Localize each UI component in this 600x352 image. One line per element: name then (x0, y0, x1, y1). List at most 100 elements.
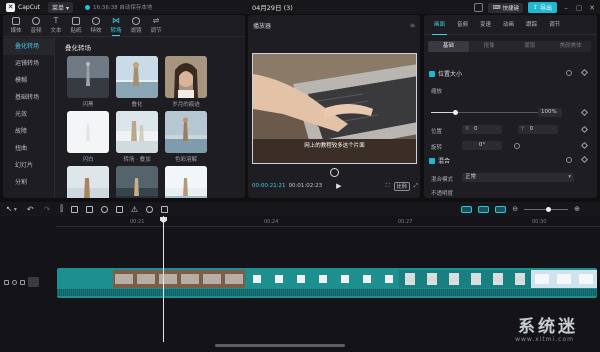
zoom-slider[interactable] (524, 206, 569, 212)
tab-adjust-props[interactable]: 调节 (543, 15, 566, 35)
maximize-icon[interactable]: ▢ (575, 4, 583, 12)
category-split[interactable]: 分割 (3, 174, 54, 191)
crop-icon[interactable] (161, 205, 169, 213)
video-clip[interactable] (57, 268, 597, 298)
reverse-icon[interactable] (100, 205, 108, 213)
warning-icon[interactable]: ⚠ (131, 205, 138, 214)
mirror-icon[interactable] (115, 205, 123, 213)
freeze-icon[interactable] (85, 205, 93, 213)
tab-adjust[interactable]: ⇌ 调节 (146, 17, 166, 36)
rotate-icon[interactable] (514, 143, 520, 149)
zoom-in-icon[interactable]: ⊕ (574, 205, 580, 213)
checkbox-icon[interactable] (429, 157, 435, 164)
eye-icon[interactable] (12, 279, 17, 285)
timeline-ruler[interactable]: 00:21 00:24 00:27 00:30 (56, 216, 600, 227)
preview-axis-icon[interactable] (495, 205, 507, 213)
speaker-icon[interactable] (20, 279, 25, 285)
lock-icon[interactable] (4, 279, 9, 285)
transition-item[interactable]: 岁月的痕迹 (165, 56, 207, 108)
subtab-mask[interactable]: 蒙版 (510, 41, 551, 52)
transition-item[interactable] (116, 166, 158, 198)
link-icon[interactable] (478, 205, 490, 213)
blend-mode-select[interactable]: 正常 ▾ (462, 173, 574, 182)
close-icon[interactable]: ✕ (588, 4, 596, 12)
minimize-icon[interactable]: – (562, 4, 570, 12)
shortcut-button[interactable]: ⌨ 快捷键 (488, 2, 523, 13)
ratio-button[interactable]: 比例 (393, 181, 410, 191)
adjust-icon: ⇌ (152, 16, 160, 25)
audio-icon (32, 17, 40, 25)
project-title[interactable]: 04月29日 (3) (252, 2, 293, 12)
category-camera[interactable]: 运镜转场 (3, 55, 54, 72)
transition-item[interactable] (165, 166, 207, 198)
select-cursor-icon[interactable]: ↖ (6, 205, 12, 213)
fit-icon[interactable]: ⛶ (386, 183, 390, 190)
redo-icon[interactable]: ↷ (44, 205, 51, 214)
split-icon[interactable]: ⫿ (60, 204, 63, 214)
tab-effects[interactable]: 特效 (86, 17, 106, 36)
reset-icon[interactable] (566, 70, 572, 76)
transition-item[interactable]: 闪黑 (67, 56, 109, 108)
undo-icon[interactable]: ↶ (27, 205, 34, 214)
layout-icon[interactable] (474, 3, 484, 12)
category-light[interactable]: 光效 (3, 106, 54, 123)
category-dissolve[interactable]: 叠化转场 (3, 38, 54, 55)
autosave-status: 16:36:38 自动保存本地 (84, 3, 152, 11)
tab-picture[interactable]: 画面 (428, 15, 451, 35)
blend-section[interactable]: 混合 (429, 156, 450, 165)
rotate-clip-icon[interactable] (146, 205, 154, 213)
snap-icon[interactable] (461, 205, 473, 213)
transition-item[interactable]: 转场 · 叠加 (116, 111, 158, 163)
tab-stickers[interactable]: 贴纸 (66, 17, 86, 36)
transition-item[interactable] (67, 166, 109, 198)
delete-icon[interactable] (70, 205, 78, 213)
keyframe-icon[interactable] (580, 125, 589, 134)
menu-button[interactable]: 菜单 ▾ (48, 1, 73, 13)
zoom-out-icon[interactable]: ⊖ (512, 205, 518, 213)
scale-input[interactable]: 100% (538, 108, 562, 117)
category-slideshow[interactable]: 幻灯片 (3, 157, 54, 174)
keyframe-icon[interactable] (580, 141, 589, 150)
tab-media[interactable]: 媒体 (6, 17, 26, 36)
keyframe-icon[interactable] (580, 108, 589, 117)
fullscreen-icon[interactable]: ⤢ (414, 183, 418, 190)
position-y-input[interactable]: Y 0 (518, 125, 558, 134)
rotate-input[interactable]: 0° (462, 141, 502, 150)
category-distort[interactable]: 扭曲 (3, 140, 54, 157)
keyframe-icon[interactable] (580, 155, 589, 164)
play-icon[interactable]: ▶ (336, 182, 341, 190)
category-glitch[interactable]: 故障 (3, 123, 54, 140)
position-size-section[interactable]: 位置大小 (429, 69, 462, 78)
tab-audio-props[interactable]: 音频 (451, 15, 474, 35)
subtab-beauty[interactable]: 美颜美体 (550, 41, 591, 52)
tab-animation[interactable]: 动画 (497, 15, 520, 35)
category-basic[interactable]: 基础转场 (3, 89, 54, 106)
tab-speed[interactable]: 变速 (474, 15, 497, 35)
subtab-cutout[interactable]: 抠像 (469, 41, 510, 52)
tab-filters[interactable]: 滤镜 (126, 17, 146, 36)
scale-slider-handle[interactable] (453, 110, 458, 115)
transition-item[interactable]: 叠化 (116, 56, 158, 108)
tab-text[interactable]: T 文本 (46, 17, 66, 36)
transition-item[interactable]: 色彩溶解 (165, 111, 207, 163)
keyframe-icon[interactable] (580, 68, 589, 77)
tab-transitions[interactable]: ⋈ 转场 (106, 17, 126, 36)
subtab-basic[interactable]: 基础 (428, 41, 469, 52)
cover-thumbnail[interactable] (28, 277, 39, 287)
reset-icon[interactable] (566, 157, 572, 163)
record-icon[interactable] (330, 168, 339, 177)
more-menu-icon[interactable]: ≡ (410, 22, 415, 29)
timeline[interactable]: 00:21 00:24 00:27 00:30 系统迷 www.xitmi.co… (0, 216, 600, 352)
export-button[interactable]: ⇪ 导出 (527, 2, 557, 13)
zoom-slider-handle[interactable] (546, 206, 552, 212)
playhead-line[interactable] (163, 216, 164, 342)
timeline-scrollbar[interactable] (215, 344, 345, 347)
position-x-input[interactable]: X 0 (462, 125, 502, 134)
tab-audio[interactable]: 音频 (26, 17, 46, 36)
video-frame[interactable]: 网上的教程较多这个片面 (252, 53, 417, 164)
checkbox-icon[interactable] (429, 70, 435, 77)
category-blur[interactable]: 模糊 (3, 72, 54, 89)
tab-tracking[interactable]: 跟踪 (520, 15, 543, 35)
transition-item[interactable]: 闪白 (67, 111, 109, 163)
chevron-down-icon[interactable]: ▾ (14, 206, 17, 213)
